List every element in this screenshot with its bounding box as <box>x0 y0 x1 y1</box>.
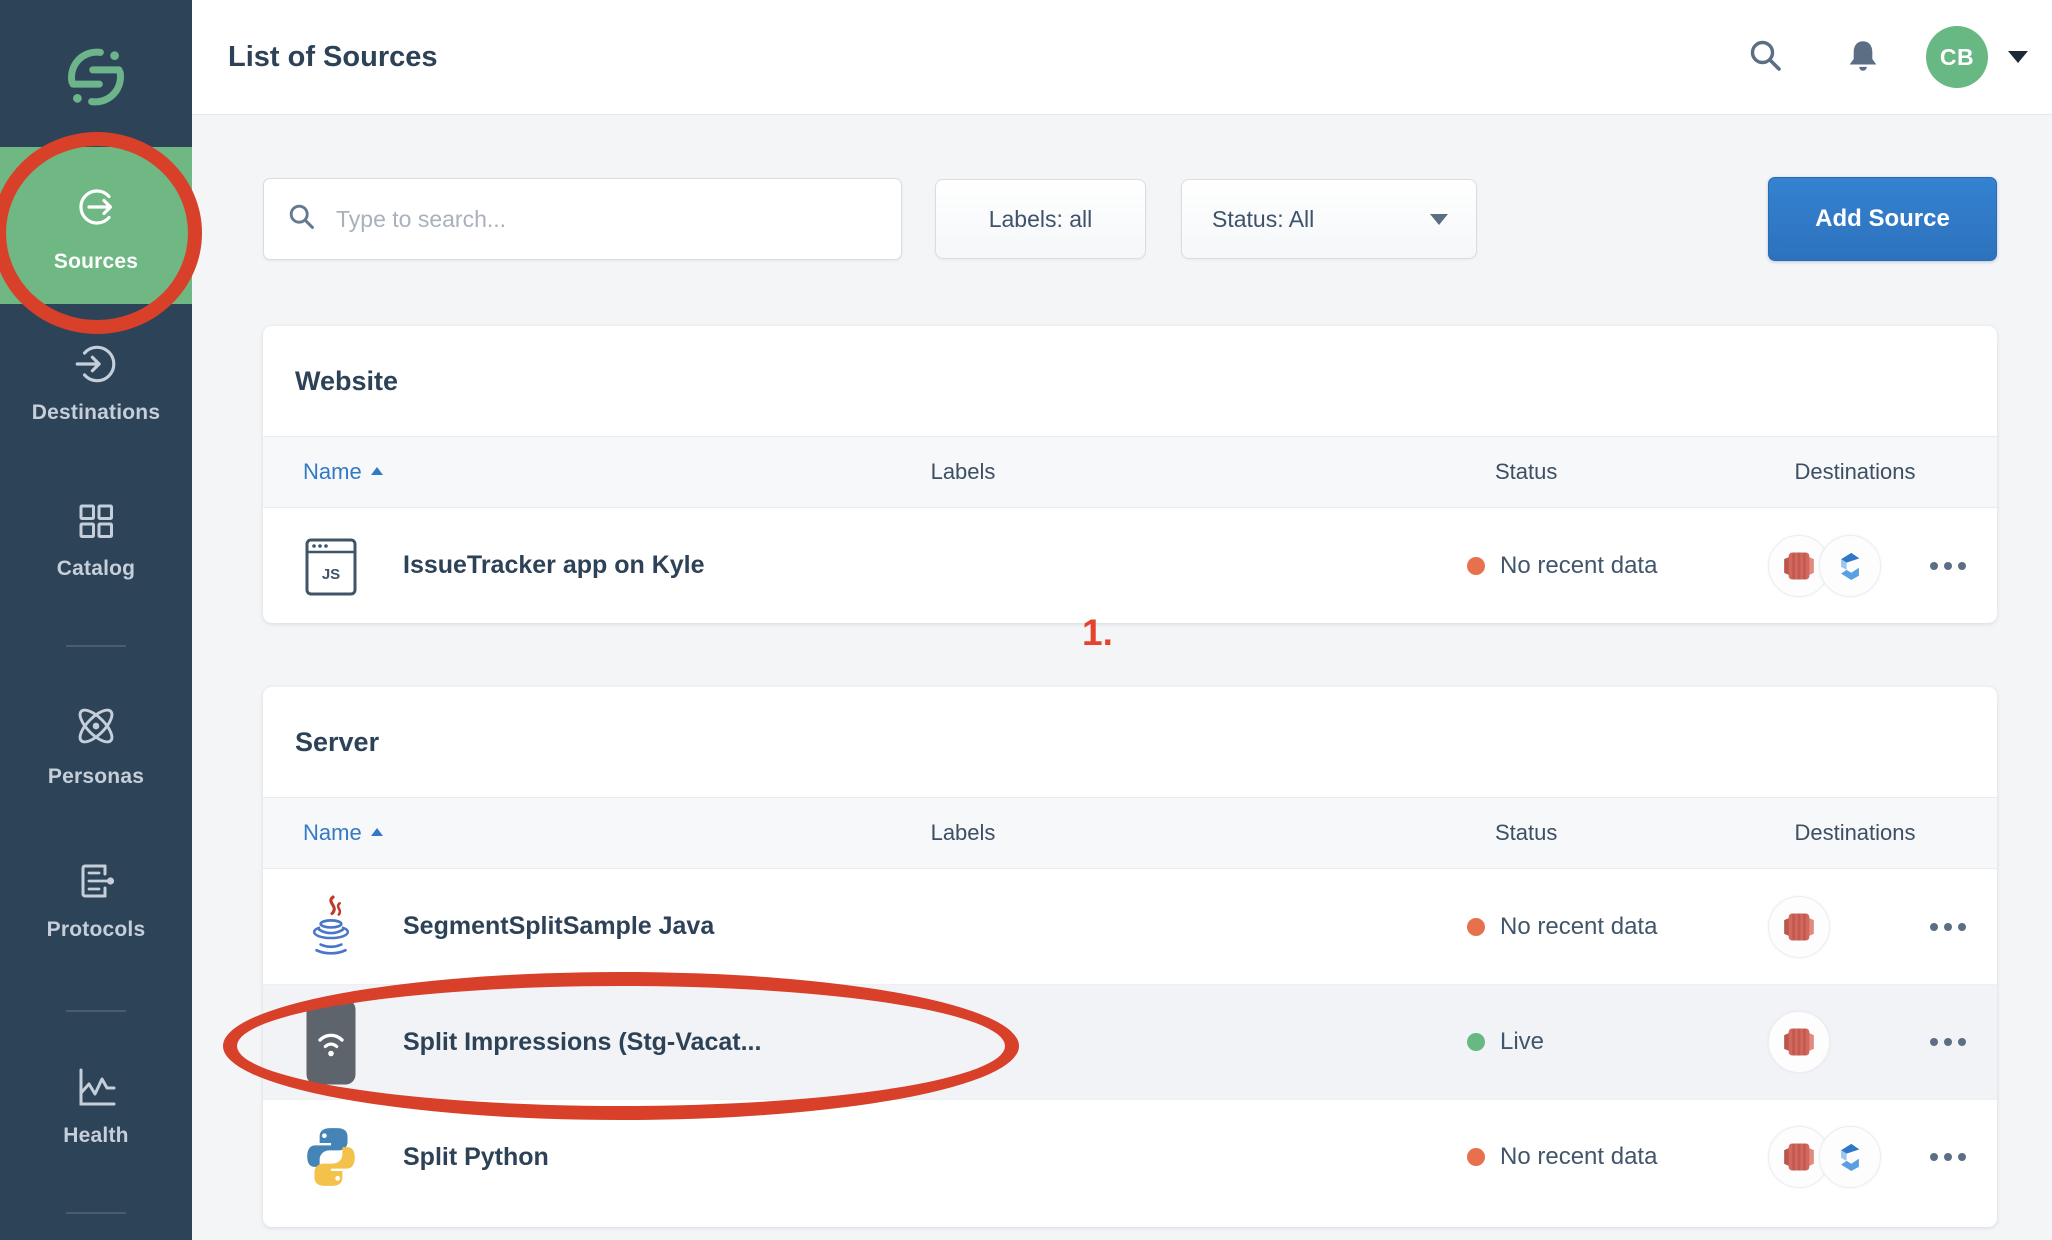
labels-filter-label: Labels: all <box>989 206 1093 233</box>
column-header-labels: Labels <box>931 459 996 485</box>
sidebar-item-catalog[interactable]: Catalog <box>0 498 192 581</box>
header-search-button[interactable] <box>1746 36 1786 79</box>
table-row[interactable]: Split Python No recent data <box>263 1099 1997 1214</box>
sources-icon <box>0 184 192 230</box>
avatar[interactable]: CB <box>1926 26 1988 88</box>
javascript-source-icon: JS <box>303 534 359 598</box>
status-text: No recent data <box>1500 913 1657 941</box>
row-menu-ellipsis[interactable] <box>1923 1145 1973 1169</box>
status-dot <box>1467 1148 1485 1166</box>
sidebar-divider <box>66 645 126 647</box>
sidebar-item-label: Health <box>0 1124 192 1148</box>
segment-blue-s-destination-icon[interactable] <box>1819 535 1881 597</box>
source-name-link[interactable]: Split Impressions (Stg-Vacat... <box>403 1028 761 1057</box>
sidebar-item-label: Sources <box>0 250 192 274</box>
filter-toolbar: Labels: all Status: All Add Source <box>263 178 1997 260</box>
destinations-icon <box>0 340 192 388</box>
website-section-card: Website Name Labels Status Destinations … <box>263 326 1997 623</box>
search-input[interactable] <box>336 206 879 233</box>
server-section-card: Server Name Labels Status Destinations S… <box>263 687 1997 1227</box>
sidebar: Sources Destinations <box>0 0 192 1240</box>
source-name-link[interactable]: Split Python <box>403 1143 549 1172</box>
app-window: Sources Destinations <box>0 0 2052 1240</box>
status-dot <box>1467 918 1485 936</box>
column-header-status: Status <box>1467 459 1713 485</box>
table-header-row: Name Labels Status Destinations <box>263 797 1997 869</box>
search-icon <box>286 201 318 238</box>
table-row[interactable]: SegmentSplitSample Java No recent data <box>263 869 1997 984</box>
sidebar-item-personas[interactable]: Personas <box>0 700 192 789</box>
sidebar-item-label: Destinations <box>0 401 192 425</box>
column-header-name[interactable]: Name <box>263 820 863 846</box>
sidebar-divider <box>66 1010 126 1012</box>
add-source-button[interactable]: Add Source <box>1768 177 1997 261</box>
table-row[interactable]: JS IssueTracker app on Kyle No recent da… <box>263 508 1997 623</box>
sidebar-divider <box>66 1212 126 1214</box>
sidebar-item-label: Personas <box>0 765 192 789</box>
sidebar-item-sources[interactable]: Sources <box>0 147 192 304</box>
health-icon <box>0 1063 192 1111</box>
labels-filter-button[interactable]: Labels: all <box>935 179 1146 259</box>
protocols-icon <box>0 857 192 905</box>
table-header-row: Name Labels Status Destinations <box>263 436 1997 508</box>
catalog-icon <box>0 498 192 544</box>
status-dot <box>1467 1033 1485 1051</box>
sidebar-item-label: Protocols <box>0 918 192 942</box>
status-text: No recent data <box>1500 552 1657 580</box>
bell-icon <box>1844 37 1882 78</box>
column-header-labels: Labels <box>931 820 996 846</box>
status-text: No recent data <box>1500 1143 1657 1171</box>
section-title: Website <box>263 326 1997 436</box>
notifications-button[interactable] <box>1844 37 1882 78</box>
redshift-destination-icon[interactable] <box>1768 1011 1830 1073</box>
row-menu-ellipsis[interactable] <box>1923 915 1973 939</box>
svg-text:JS: JS <box>322 566 340 583</box>
top-header: List of Sources CB <box>192 0 2052 115</box>
status-filter-dropdown[interactable]: Status: All <box>1181 179 1477 259</box>
row-menu-ellipsis[interactable] <box>1923 554 1973 578</box>
java-source-icon <box>303 895 359 959</box>
search-icon <box>1746 36 1786 79</box>
page-title: List of Sources <box>228 41 438 74</box>
status-text: Live <box>1500 1028 1544 1056</box>
search-box[interactable] <box>263 178 902 260</box>
column-header-destinations: Destinations <box>1794 459 1915 485</box>
status-filter-label: Status: All <box>1212 206 1314 233</box>
sidebar-item-destinations[interactable]: Destinations <box>0 340 192 425</box>
section-title: Server <box>263 687 1997 797</box>
status-dot <box>1467 557 1485 575</box>
main-content: Labels: all Status: All Add Source Websi… <box>192 115 2052 1240</box>
column-header-destinations: Destinations <box>1794 820 1915 846</box>
segment-blue-s-destination-icon[interactable] <box>1819 1126 1881 1188</box>
sidebar-item-health[interactable]: Health <box>0 1063 192 1148</box>
personas-icon <box>0 700 192 752</box>
source-name-link[interactable]: IssueTracker app on Kyle <box>403 551 705 580</box>
sidebar-item-protocols[interactable]: Protocols <box>0 857 192 942</box>
segment-logo-icon[interactable] <box>0 42 192 112</box>
source-name-link[interactable]: SegmentSplitSample Java <box>403 912 714 941</box>
redshift-destination-icon[interactable] <box>1768 896 1830 958</box>
table-body: JS IssueTracker app on Kyle No recent da… <box>263 508 1997 623</box>
sort-asc-icon <box>371 828 383 836</box>
table-body: SegmentSplitSample Java No recent data S… <box>263 869 1997 1214</box>
account-caret-down-icon[interactable] <box>2008 51 2028 63</box>
column-header-name[interactable]: Name <box>263 459 863 485</box>
python-source-icon <box>303 1126 359 1188</box>
sidebar-item-label: Catalog <box>0 557 192 581</box>
wifi-device-source-icon <box>303 999 359 1085</box>
table-row[interactable]: Split Impressions (Stg-Vacat... Live <box>263 984 1997 1099</box>
column-header-status: Status <box>1467 820 1713 846</box>
row-menu-ellipsis[interactable] <box>1923 1030 1973 1054</box>
caret-down-icon <box>1430 214 1448 225</box>
sort-asc-icon <box>371 467 383 475</box>
